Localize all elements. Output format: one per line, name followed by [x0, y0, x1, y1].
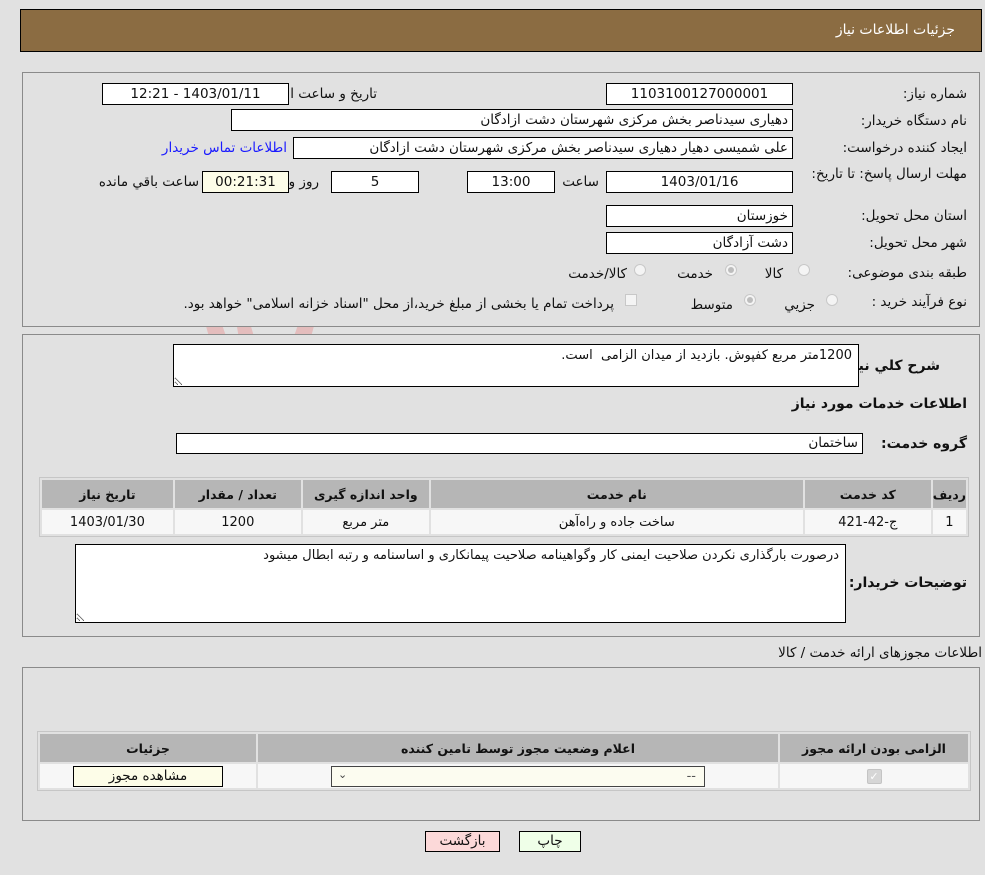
service-group-label: گروه خدمت: [881, 436, 967, 452]
category-option-goods: کالا [764, 266, 783, 282]
category-radio-goods-service[interactable] [634, 264, 646, 276]
chevron-down-icon: ⌄ [338, 767, 348, 781]
process-radio-medium[interactable] [744, 294, 756, 306]
col-row-number: ردیف [932, 480, 966, 508]
process-option-minor: جزيي [784, 297, 815, 313]
buyer-contact-link[interactable]: اطلاعات تماس خریدار [162, 140, 287, 156]
cell-quantity: 1200 [174, 510, 301, 534]
announce-date-field: 1403/01/11 - 12:21 [102, 83, 289, 105]
process-option-medium: متوسط [690, 297, 733, 313]
cell-service-name: ساخت جاده و راه‌آهن [430, 510, 803, 534]
cell-permit-required: ✓ [780, 764, 968, 788]
category-option-goods-service: کالا/خدمت [568, 266, 627, 282]
back-button[interactable]: بازگشت [425, 831, 500, 852]
view-permit-button[interactable]: مشاهده مجوز [73, 765, 223, 787]
permits-table-header: الزامی بودن ارائه مجوز اعلام وضعیت مجوز … [40, 734, 968, 762]
deadline-date-field: 1403/01/16 [606, 171, 793, 193]
cell-row-number: 1 [932, 510, 966, 534]
services-section-title: اطلاعات خدمات مورد نیاز [791, 396, 967, 412]
creator-field: علی شمیسی دهیار دهیاری سیدناصر بخش مرکزی… [293, 137, 793, 159]
days-remaining-field: 5 [331, 171, 419, 193]
treasury-checkbox[interactable] [625, 294, 637, 306]
services-table: ردیف کد خدمت نام خدمت واحد اندازه گیری ت… [39, 477, 969, 537]
cell-need-date: 1403/01/30 [42, 510, 173, 534]
col-need-date: تاریخ نیاز [42, 480, 173, 508]
treasury-checkbox-label: پرداخت تمام یا بخشی از مبلغ خرید،از محل … [183, 296, 614, 312]
deadline-time-field: 13:00 [467, 171, 555, 193]
summary-textarea[interactable]: 1200متر مربع کفپوش. بازدید از میدان الزا… [173, 344, 859, 387]
buyer-notes-textarea[interactable]: درصورت بارگذاری نکردن صلاحیت ایمنی کار و… [75, 544, 846, 623]
process-radio-minor[interactable] [826, 294, 838, 306]
col-unit: واحد اندازه گیری [302, 480, 429, 508]
col-permit-required: الزامی بودن ارائه مجوز [780, 734, 968, 762]
process-label: نوع فرآیند خرید : [871, 294, 967, 310]
creator-label: ایجاد کننده درخواست: [842, 140, 967, 156]
col-service-code: کد خدمت [804, 480, 931, 508]
buyer-notes-label: توضیحات خریدار: [848, 575, 967, 591]
cell-unit: متر مربع [302, 510, 429, 534]
col-permit-status: اعلام وضعیت مجوز توسط تامین کننده [258, 734, 778, 762]
deadline-time-label: ساعت [562, 174, 599, 190]
permit-required-checkbox: ✓ [866, 768, 882, 784]
col-service-name: نام خدمت [430, 480, 803, 508]
need-number-label: شماره نیاز: [902, 86, 967, 102]
time-remaining-label: ساعت باقي مانده [98, 174, 199, 190]
need-number-field: 1103100127000001 [606, 83, 793, 105]
city-label: شهر محل تحویل: [869, 235, 967, 251]
permit-status-value: -- [686, 768, 696, 784]
table-row: ✓ -- ⌄ مشاهده مجوز [40, 764, 968, 788]
category-label: طبقه بندی موضوعی: [847, 265, 967, 281]
cell-permit-details: مشاهده مجوز [40, 764, 256, 788]
page-title: جزئیات اطلاعات نیاز [835, 22, 955, 38]
city-field: دشت آزادگان [606, 232, 793, 254]
province-label: استان محل تحویل: [861, 208, 967, 224]
cell-permit-status: -- ⌄ [258, 764, 778, 788]
time-remaining-field: 00:21:31 [202, 171, 289, 193]
category-option-service: خدمت [677, 266, 713, 282]
days-label: روز و [288, 174, 319, 190]
col-quantity: تعداد / مقدار [174, 480, 301, 508]
category-radio-goods[interactable] [798, 264, 810, 276]
category-radio-service[interactable] [725, 264, 737, 276]
col-permit-details: جزئیات [40, 734, 256, 762]
cell-service-code: ج-42-421 [804, 510, 931, 534]
service-group-field: ساختمان [176, 433, 863, 454]
permit-status-select[interactable]: -- ⌄ [331, 765, 705, 787]
print-button[interactable]: چاپ [519, 831, 581, 852]
page-header: جزئیات اطلاعات نیاز [20, 9, 982, 52]
permits-section-title: اطلاعات مجوزهای ارائه خدمت / کالا [778, 645, 982, 661]
buyer-org-field: دهیاری سیدناصر بخش مرکزی شهرستان دشت ازا… [231, 109, 793, 131]
table-row: 1 ج-42-421 ساخت جاده و راه‌آهن متر مربع … [42, 510, 966, 534]
services-table-header: ردیف کد خدمت نام خدمت واحد اندازه گیری ت… [42, 480, 966, 508]
province-field: خوزستان [606, 205, 793, 227]
buyer-org-label: نام دستگاه خریدار: [860, 113, 967, 129]
deadline-label: مهلت ارسال پاسخ: تا تاریخ: [811, 166, 967, 182]
permits-table: الزامی بودن ارائه مجوز اعلام وضعیت مجوز … [37, 731, 971, 791]
